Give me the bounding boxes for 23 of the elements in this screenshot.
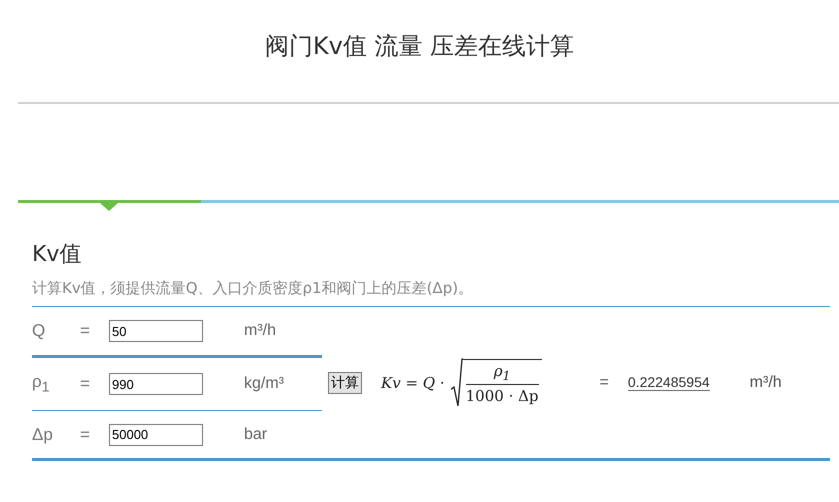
equals-sign: =	[80, 374, 91, 394]
variable-label: Q	[32, 321, 46, 341]
formula-numerator: ρ$_{1}$	[466, 362, 539, 384]
section-heading: Kv值	[32, 241, 82, 269]
formula-denominator: 1000 · Δp	[466, 386, 539, 404]
variable-label: Δp	[32, 424, 54, 444]
result-value: 0.222485954	[628, 374, 710, 391]
unit-label: m³/h	[244, 322, 276, 340]
unit-label: kg/m³	[244, 375, 284, 393]
unit-label: bar	[244, 426, 268, 444]
result-unit: m³/h	[750, 374, 782, 392]
page-title: 阀门Kv值 流量 压差在线计算	[264, 31, 576, 62]
calculate-button[interactable]: 计算	[328, 372, 362, 394]
input-field[interactable]: 990	[109, 373, 203, 395]
equals-sign: =	[80, 424, 91, 444]
equals-sign: =	[600, 374, 609, 392]
formula-text: Kv = Q ·	[381, 374, 445, 392]
equals-sign: =	[80, 321, 91, 341]
tab[interactable]	[18, 200, 201, 211]
variable-label: ρ$_{1}$	[32, 372, 51, 396]
input-field[interactable]: 50	[109, 320, 203, 342]
section-description: 计算Kv值，须提供流量Q、入口介质密度ρ1和阀门上的压差(Δp)。	[32, 279, 830, 307]
input-field[interactable]: 50000	[109, 424, 203, 446]
